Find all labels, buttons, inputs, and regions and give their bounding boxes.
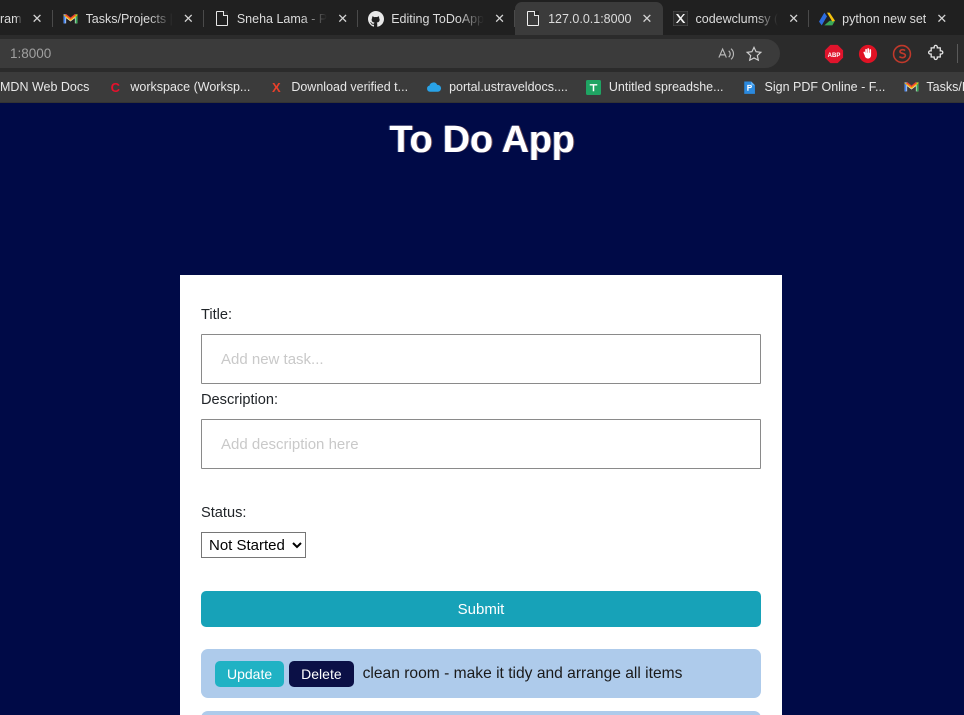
title-input[interactable] — [201, 334, 761, 384]
letter-c-icon: C — [110, 79, 121, 95]
adblock-plus-icon[interactable]: ABP — [819, 39, 849, 69]
gmail-icon — [903, 79, 919, 95]
address-bar[interactable]: 1:8000 — [0, 39, 780, 68]
tab-strip: ram ✕ Tasks/Projects | ✕ Sneha Lama - P — [0, 0, 964, 35]
status-label: Status: — [201, 505, 247, 521]
bookmark-item[interactable]: Sign PDF Online - F... — [733, 75, 895, 99]
delete-button[interactable]: Delete — [289, 661, 354, 687]
document-icon — [525, 11, 541, 27]
bookmark-item[interactable]: Tasks/Projects | ( — [894, 75, 964, 99]
page-viewport: To Do App Title: Description: Status: No… — [0, 103, 964, 715]
browser-tab[interactable]: codewclumsy ( ✕ — [663, 2, 810, 35]
gmail-icon — [63, 11, 79, 27]
tab-close-icon[interactable]: ✕ — [785, 10, 802, 27]
tab-close-icon[interactable]: ✕ — [491, 10, 508, 27]
tab-title: Tasks/Projects | — [85, 11, 173, 26]
submit-button[interactable]: Submit — [201, 591, 761, 627]
google-sheets-icon — [586, 79, 602, 95]
address-bar-url[interactable]: 1:8000 — [0, 46, 712, 61]
title-label: Title: — [201, 307, 233, 323]
tab-title: Editing ToDoApp — [391, 11, 485, 26]
tab-title: python new set — [842, 11, 927, 26]
favorite-star-icon[interactable] — [740, 42, 768, 66]
document-icon — [214, 11, 230, 27]
browser-toolbar: 1:8000 ABP — [0, 35, 964, 72]
tab-title: Sneha Lama - P — [236, 11, 328, 26]
google-drive-icon — [819, 11, 836, 27]
bookmark-label: Tasks/Projects | ( — [926, 80, 964, 94]
bookmark-item[interactable]: MDN Web Docs — [0, 75, 98, 99]
bookmark-item[interactable]: X Download verified t... — [259, 75, 417, 99]
extensions-puzzle-icon[interactable] — [921, 39, 951, 69]
update-button[interactable]: Update — [215, 661, 285, 687]
bookmark-label: MDN Web Docs — [0, 80, 90, 94]
browser-tab[interactable]: Sneha Lama - P ✕ — [204, 2, 359, 35]
tab-title: codewclumsy ( — [695, 11, 779, 26]
bookmark-item[interactable]: Untitled spreadshe... — [577, 75, 733, 99]
cloud-icon — [426, 79, 442, 95]
browser-tab[interactable]: python new set ✕ — [809, 2, 957, 35]
todo-card: Title: Description: Status: Not Started … — [180, 275, 782, 715]
bookmark-label: Sign PDF Online - F... — [764, 80, 886, 94]
description-input[interactable] — [201, 419, 761, 469]
bookmark-label: portal.ustraveldocs.... — [449, 80, 568, 94]
stop-hand-icon[interactable] — [853, 39, 883, 69]
bookmark-label: workspace (Worksp... — [130, 80, 251, 94]
task-row: Update Delete clean room - make it tidy … — [201, 649, 761, 698]
tab-close-icon[interactable]: ✕ — [334, 10, 351, 27]
task-row: Update Delete learn django - learn all c… — [201, 711, 761, 715]
x-twitter-icon — [673, 11, 689, 27]
task-list: Update Delete clean room - make it tidy … — [180, 649, 782, 715]
bookmark-label: Untitled spreadshe... — [608, 80, 724, 94]
toolbar-divider — [957, 44, 958, 63]
tab-title: 127.0.0.1:8000 — [548, 11, 632, 26]
skype-icon[interactable] — [887, 39, 917, 69]
bookmark-item[interactable]: C workspace (Worksp... — [98, 75, 259, 99]
browser-tab[interactable]: Tasks/Projects | ✕ — [53, 2, 204, 35]
page-title: To Do App — [389, 119, 575, 161]
bookmark-label: Download verified t... — [291, 80, 409, 94]
browser-tab-active[interactable]: 127.0.0.1:8000 ✕ — [515, 2, 663, 35]
letter-x-icon: X — [271, 79, 281, 95]
browser-chrome: ram ✕ Tasks/Projects | ✕ Sneha Lama - P — [0, 0, 964, 103]
tab-title: ram — [0, 11, 22, 26]
read-aloud-icon[interactable] — [712, 42, 740, 66]
svg-text:ABP: ABP — [828, 52, 841, 58]
tab-close-icon[interactable]: ✕ — [29, 10, 46, 27]
browser-tab[interactable]: ram ✕ — [0, 2, 53, 35]
browser-tab[interactable]: Editing ToDoApp ✕ — [358, 2, 516, 35]
description-label: Description: — [201, 392, 279, 408]
task-text: clean room - make it tidy and arrange al… — [362, 665, 683, 682]
github-icon — [368, 10, 385, 27]
tab-close-icon[interactable]: ✕ — [639, 10, 656, 27]
status-select[interactable]: Not Started In Progress Completed — [201, 532, 306, 558]
tab-close-icon[interactable]: ✕ — [933, 10, 950, 27]
toolbar-extensions: ABP — [819, 35, 960, 72]
tab-close-icon[interactable]: ✕ — [180, 10, 197, 27]
pdf-sign-icon — [742, 79, 758, 95]
task-actions: Update Delete — [215, 660, 354, 687]
bookmarks-bar: MDN Web Docs C workspace (Worksp... X Do… — [0, 72, 964, 103]
bookmark-item[interactable]: portal.ustraveldocs.... — [417, 75, 577, 99]
